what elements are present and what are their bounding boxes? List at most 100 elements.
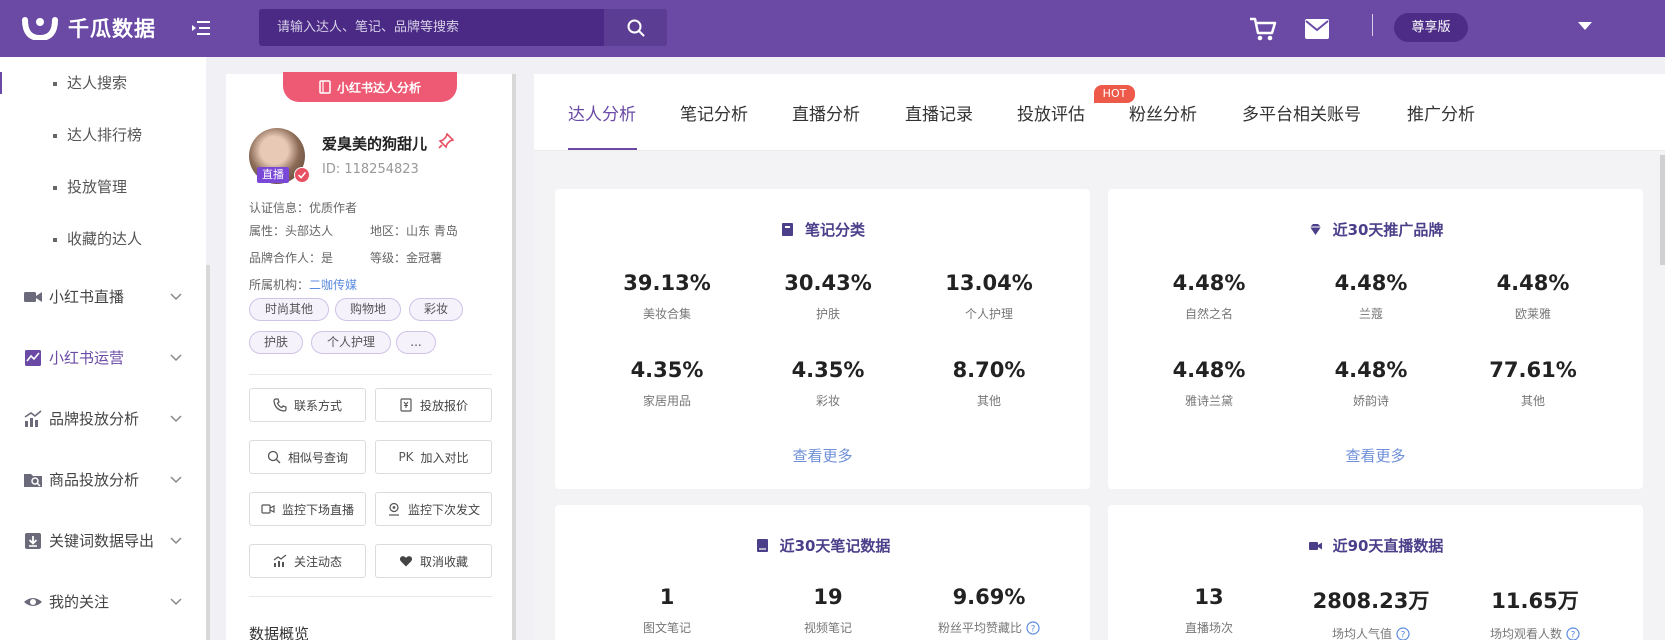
verified-icon [294,167,310,183]
contact-button[interactable]: 联系方式 [249,388,366,422]
tag-personal-care[interactable]: 个人护理 [311,331,391,354]
search-icon [267,450,281,464]
monitor-post-button[interactable]: 监控下次发文 [375,492,492,526]
tab-influencer-analysis[interactable]: 达人分析 [568,100,636,125]
tab-live-records[interactable]: 直播记录 [905,100,973,125]
card-title-text: 笔记分类 [804,221,865,239]
stat-value: 4.48% [1334,358,1408,382]
view-more-link[interactable]: 查看更多 [555,445,1090,466]
stat-label: 直播场次 [1184,621,1233,635]
help-icon[interactable]: ? [1566,626,1580,640]
download-icon [25,533,41,549]
logo-text: 千瓜数据 [68,17,156,41]
stat-label: 场均人气值 [1331,627,1392,640]
menu-collapse-icon[interactable] [190,17,212,39]
vip-badge[interactable]: 尊享版 [1394,13,1468,42]
tab-fans-analysis[interactable]: 粉丝分析 [1129,100,1197,125]
sidebar-item-influencer-search[interactable]: 达人搜索 [0,57,206,109]
pin-icon[interactable] [438,133,454,149]
sidebar-scrollbar[interactable] [206,265,210,640]
stat-item: 11.65万 场均观看人数? [1453,585,1617,640]
tab-live-analysis[interactable]: 直播分析 [792,100,860,125]
tab-promotion-analysis[interactable]: 推广分析 [1407,100,1475,125]
stat-value: 4.48% [1496,271,1570,295]
org-link[interactable]: 二咖传媒 [309,278,357,292]
unfavorite-button[interactable]: 取消收藏 [375,544,492,578]
sidebar-item-label: 小红书直播 [49,288,125,306]
stat-value: 4.35% [630,358,704,382]
bullet [53,238,57,242]
attribute-info: 属性：头部达人 [249,224,334,238]
cart-icon[interactable] [1249,16,1277,42]
tag-more[interactable]: ... [396,331,436,354]
search-bar [259,9,667,46]
help-icon[interactable]: ? [1396,626,1410,640]
logo-icon [22,17,58,40]
mail-icon[interactable] [1305,19,1329,39]
phone-icon [273,398,287,412]
sidebar-item-favorite-influencers[interactable]: 收藏的达人 [0,213,206,265]
follow-updates-button[interactable]: 关注动态 [249,544,366,578]
sidebar-item-my-follows[interactable]: 我的关注 [0,574,206,630]
sidebar-item-xhs-operations[interactable]: 小红书运营 [0,330,206,386]
tag-fashion[interactable]: 时尚其他 [249,298,329,321]
stat-label: 娇韵诗 [1352,394,1389,408]
search-button[interactable] [604,9,667,46]
card-title-text: 近90天直播数据 [1332,537,1444,555]
stat-value: 8.70% [952,358,1026,382]
svg-text:?: ? [1571,630,1576,640]
notebook-icon [756,539,768,552]
stat-value: 11.65万 [1491,589,1579,613]
promoted-brands-card: 近30天推广品牌 4.48% 自然之名 4.48% 兰蔻 4.48% 欧莱雅 4.48… [1108,189,1643,489]
similar-search-button[interactable]: 相似号查询 [249,440,366,474]
profile-scrollbar[interactable] [512,74,516,640]
divider [249,374,492,375]
brand-partner-info: 品牌合作人：是 [249,251,334,265]
sidebar-item-label: 收藏的达人 [67,230,143,248]
sidebar: 达人搜索 达人排行榜 投放管理 收藏的达人 小红书直播 小红书运营 品牌投放分析… [0,57,206,640]
hot-badge: HOT [1094,85,1135,103]
stat-label: 欧莱雅 [1514,307,1551,321]
quote-button[interactable]: 投放报价 [375,388,492,422]
folder-search-icon [24,474,42,487]
diamond-icon [1309,224,1321,235]
button-label: 相似号查询 [287,450,348,465]
card-title: 近30天推广品牌 [1108,219,1643,240]
account-dropdown-icon[interactable] [1578,21,1592,31]
tag-makeup[interactable]: 彩妆 [409,298,463,321]
sidebar-item-ad-management[interactable]: 投放管理 [0,161,206,213]
tab-cross-platform[interactable]: 多平台相关账号 [1242,100,1361,125]
sidebar-item-xhs-live[interactable]: 小红书直播 [0,269,206,325]
main-scrollbar[interactable] [1660,155,1665,265]
monitor-live-button[interactable]: 监控下场直播 [249,492,366,526]
sidebar-item-keyword-export[interactable]: 关键词数据导出 [0,513,206,569]
stat-value: 4.48% [1172,271,1246,295]
button-label: 加入对比 [420,450,469,465]
card-title-text: 近30天笔记数据 [779,537,891,555]
svg-text:?: ? [1401,630,1406,640]
stat-label: 图文笔记 [642,621,691,635]
sidebar-item-influencer-ranking[interactable]: 达人排行榜 [0,109,206,161]
stat-label: 兰蔻 [1358,307,1383,321]
add-compare-button[interactable]: PK 加入对比 [375,440,492,474]
notes-30day-card: 近30天笔记数据 1 图文笔记 19 视频笔记 9.69% 粉丝平均赞藏比? [555,505,1090,640]
card-title-text: 近30天推广品牌 [1332,221,1444,239]
region-info: 地区：山东 青岛 [370,224,458,238]
sidebar-item-label: 商品投放分析 [49,471,140,489]
sidebar-item-brand-analysis[interactable]: 品牌投放分析 [0,391,206,447]
stat-item: 39.13% 美妆合集 [592,271,742,322]
view-more-link[interactable]: 查看更多 [1108,445,1643,466]
tab-note-analysis[interactable]: 笔记分析 [680,100,748,125]
trend-icon [273,554,287,567]
search-input[interactable] [259,9,604,46]
logo[interactable]: 千瓜数据 [22,12,156,44]
chevron-down-icon [170,537,182,545]
stat-value: 9.69% [952,585,1026,609]
book-icon [319,80,331,94]
help-icon[interactable]: ? [1026,620,1040,635]
sidebar-item-product-analysis[interactable]: 商品投放分析 [0,452,206,508]
tag-skincare[interactable]: 护肤 [249,331,303,354]
tag-shopping[interactable]: 购物地 [335,298,401,321]
tab-ad-evaluation[interactable]: 投放评估 [1017,100,1085,125]
chevron-down-icon [170,293,182,301]
